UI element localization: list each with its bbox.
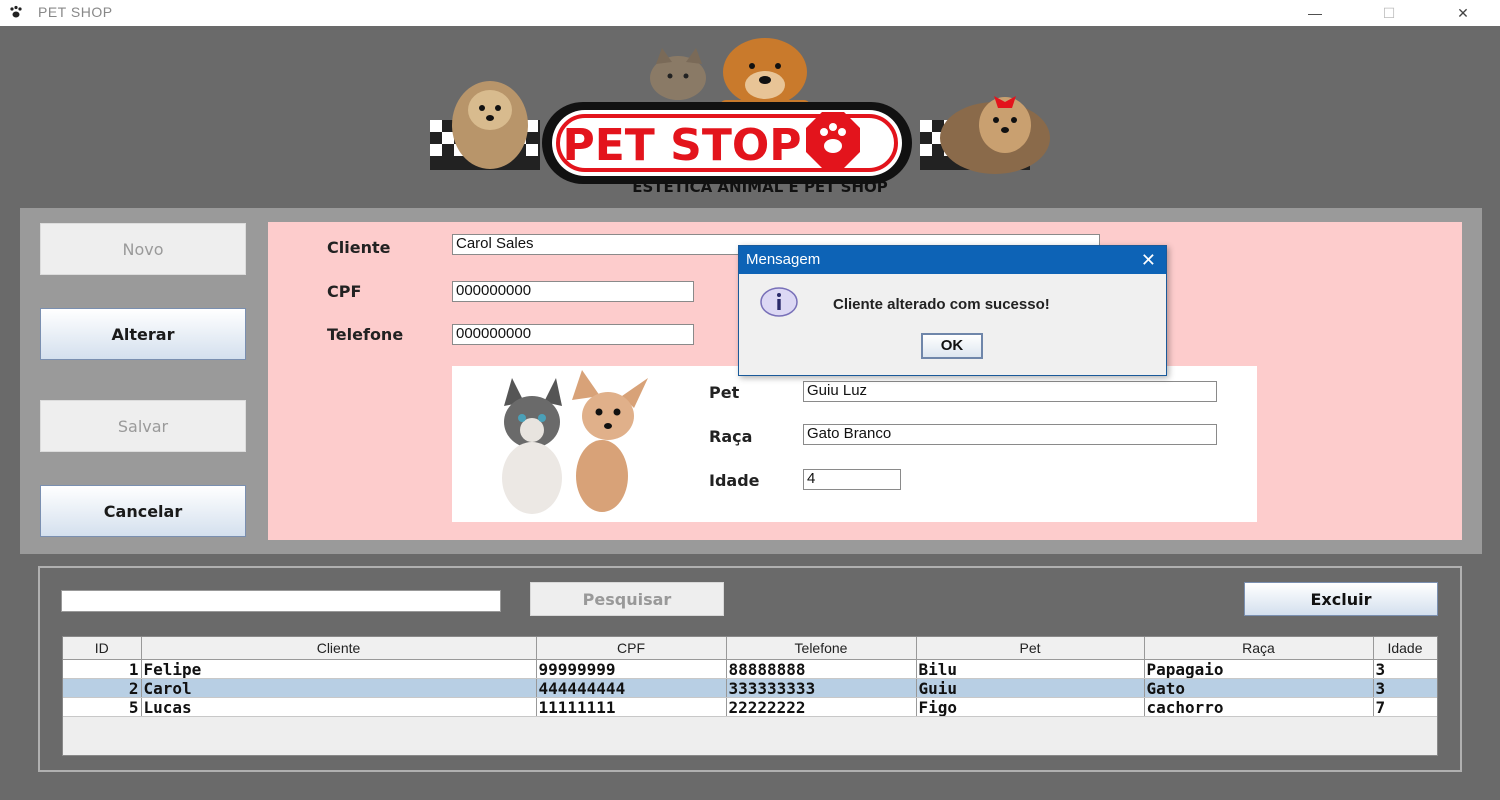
cell-cliente: Felipe bbox=[141, 659, 537, 679]
column-header-pet[interactable]: Pet bbox=[916, 637, 1145, 660]
column-header-idade[interactable]: Idade bbox=[1373, 637, 1437, 660]
telefone-label: Telefone bbox=[327, 325, 404, 344]
title-bar: PET SHOP — ☐ ✕ bbox=[0, 0, 1500, 26]
ok-button[interactable]: OK bbox=[921, 333, 983, 359]
pesquisar-button[interactable]: Pesquisar bbox=[530, 582, 724, 616]
chihuahua-icon bbox=[572, 370, 648, 512]
info-icon bbox=[759, 286, 798, 317]
idade-field[interactable]: 4 bbox=[803, 469, 901, 490]
table-row-selected[interactable]: 2 Carol 444444444 333333333 Guiu Gato 3 bbox=[63, 678, 1437, 698]
cell-idade: 7 bbox=[1373, 697, 1437, 717]
column-header-telefone[interactable]: Telefone bbox=[726, 637, 917, 660]
dialog-title-bar: Mensagem ✕ bbox=[739, 246, 1166, 274]
logo-tagline: ESTÉTICA ANIMAL E PET SHOP bbox=[632, 177, 888, 196]
idade-label: Idade bbox=[709, 471, 760, 490]
window-title: PET SHOP bbox=[38, 4, 113, 20]
paw-print-icon bbox=[806, 112, 860, 168]
search-input[interactable] bbox=[61, 590, 501, 612]
cell-idade: 3 bbox=[1373, 659, 1437, 679]
cell-idade: 3 bbox=[1373, 678, 1437, 698]
cell-cpf: 444444444 bbox=[536, 678, 727, 698]
cell-raca: cachorro bbox=[1144, 697, 1374, 717]
cell-raca: Gato bbox=[1144, 678, 1374, 698]
cpf-field[interactable]: 000000000 bbox=[452, 281, 694, 302]
yorkie-left-icon bbox=[452, 81, 528, 169]
clients-table[interactable]: ID Cliente CPF Telefone Pet Raça Idade 1… bbox=[62, 636, 1438, 756]
minimize-button[interactable]: — bbox=[1292, 0, 1338, 26]
cell-id: 5 bbox=[63, 697, 142, 717]
table-header: ID Cliente CPF Telefone Pet Raça Idade bbox=[63, 637, 1437, 660]
cell-cpf: 11111111 bbox=[536, 697, 727, 717]
cell-id: 1 bbox=[63, 659, 142, 679]
maximize-button[interactable]: ☐ bbox=[1366, 0, 1412, 26]
cat-and-dog-photo bbox=[502, 370, 648, 514]
cell-pet: Bilu bbox=[916, 659, 1145, 679]
column-header-cpf[interactable]: CPF bbox=[536, 637, 727, 660]
cell-pet: Guiu bbox=[916, 678, 1145, 698]
yorkie-right-icon bbox=[940, 96, 1050, 174]
cell-telefone: 88888888 bbox=[726, 659, 917, 679]
column-header-id[interactable]: ID bbox=[63, 637, 142, 660]
close-button[interactable]: ✕ bbox=[1440, 0, 1486, 26]
salvar-button[interactable]: Salvar bbox=[40, 400, 246, 452]
dialog-close-button[interactable]: ✕ bbox=[1141, 246, 1156, 274]
logo-brand-text: PET STOP bbox=[563, 120, 802, 171]
dialog-title: Mensagem bbox=[746, 251, 821, 268]
cpf-label: CPF bbox=[327, 282, 362, 301]
table-row[interactable]: 1 Felipe 99999999 88888888 Bilu Papagaio… bbox=[63, 659, 1437, 679]
novo-button[interactable]: Novo bbox=[40, 223, 246, 275]
sphynx-cat-icon bbox=[502, 378, 562, 514]
cell-raca: Papagaio bbox=[1144, 659, 1374, 679]
alterar-button[interactable]: Alterar bbox=[40, 308, 246, 360]
pet-field[interactable]: Guiu Luz bbox=[803, 381, 1217, 402]
column-header-cliente[interactable]: Cliente bbox=[141, 637, 537, 660]
telefone-field[interactable]: 000000000 bbox=[452, 324, 694, 345]
cliente-label: Cliente bbox=[327, 238, 391, 257]
pet-stop-logo: PET STOP ESTÉTICA ANIMAL E PET SHOP bbox=[420, 30, 1100, 200]
excluir-button[interactable]: Excluir bbox=[1244, 582, 1438, 616]
message-dialog: Mensagem ✕ Cliente alterado com sucesso!… bbox=[738, 245, 1167, 376]
cell-cliente: Lucas bbox=[141, 697, 537, 717]
cell-cliente: Carol bbox=[141, 678, 537, 698]
cat-icon bbox=[650, 48, 706, 100]
raca-field[interactable]: Gato Branco bbox=[803, 424, 1217, 445]
cell-cpf: 99999999 bbox=[536, 659, 727, 679]
cell-pet: Figo bbox=[916, 697, 1145, 717]
pet-label: Pet bbox=[709, 383, 740, 402]
cancelar-button[interactable]: Cancelar bbox=[40, 485, 246, 537]
cell-telefone: 22222222 bbox=[726, 697, 917, 717]
column-header-raca[interactable]: Raça bbox=[1144, 637, 1374, 660]
cell-telefone: 333333333 bbox=[726, 678, 917, 698]
cell-id: 2 bbox=[63, 678, 142, 698]
dialog-message: Cliente alterado com sucesso! bbox=[833, 296, 1050, 313]
paw-icon bbox=[8, 4, 26, 22]
raca-label: Raça bbox=[709, 427, 753, 446]
table-row[interactable]: 5 Lucas 11111111 22222222 Figo cachorro … bbox=[63, 697, 1437, 717]
